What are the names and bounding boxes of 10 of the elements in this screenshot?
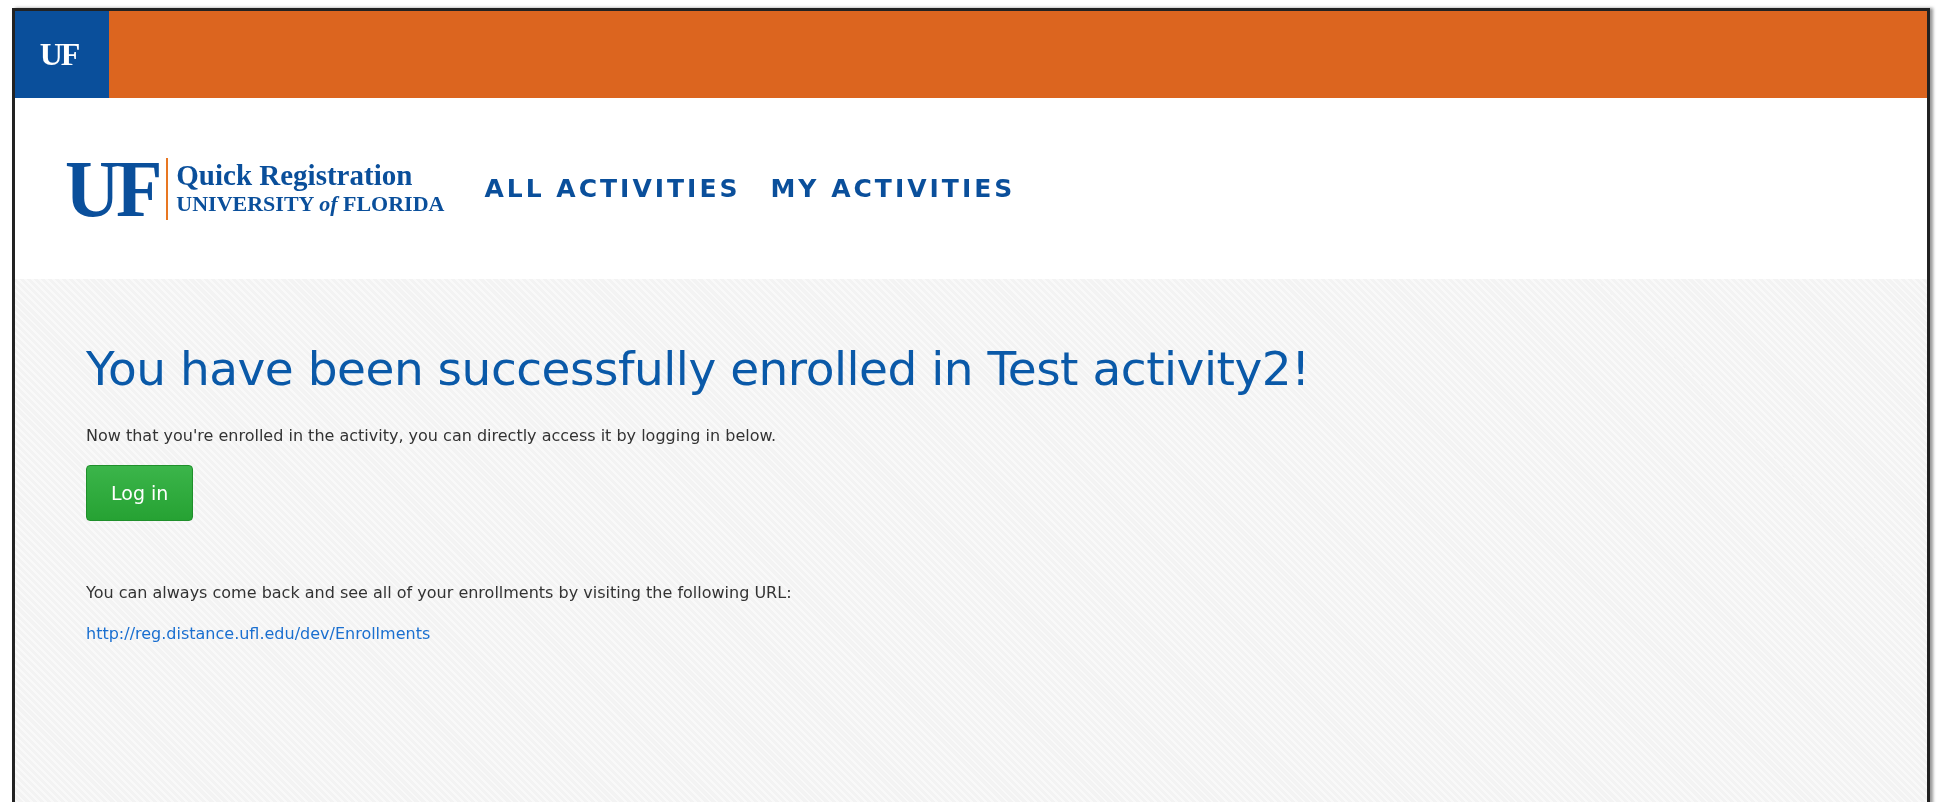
uf-logo: UF xyxy=(15,11,109,98)
university-name: UNIVERSITY of FLORIDA xyxy=(176,192,445,217)
message-text: Now that you're enrolled in the activity, you can directly access it by logging in below. xyxy=(86,426,778,445)
uf-logo: UF xyxy=(65,148,159,229)
nav-link[interactable]: ALL ACTIVITIES xyxy=(484,174,741,203)
page-heading: You have been successfully enrolled in Test activity2! xyxy=(86,341,1311,396)
site-title: Quick Registration xyxy=(176,160,414,193)
note-text: You can always come back and see all of your enrollments by visiting the following URL: xyxy=(86,583,793,602)
nav-link[interactable]: MY ACTIVITIES xyxy=(770,174,1016,203)
enrollments-link[interactable]: http://reg.distance.ufl.edu/dev/Enrollments xyxy=(86,624,431,643)
